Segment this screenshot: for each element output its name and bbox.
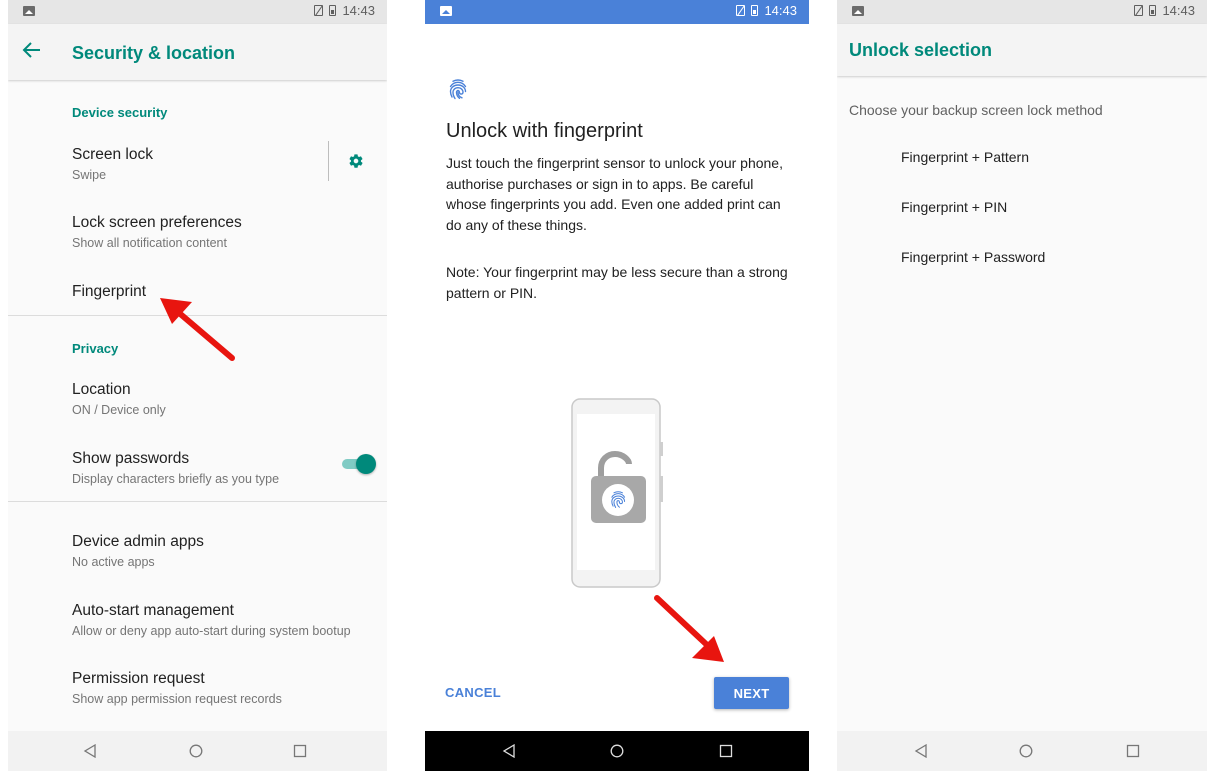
nav-back-icon <box>914 744 927 758</box>
page-title: Unlock selection <box>849 40 993 60</box>
cancel-button[interactable]: CANCEL <box>445 685 501 700</box>
image-notification-icon <box>440 6 452 16</box>
navigation-bar <box>425 731 809 771</box>
gear-icon[interactable] <box>348 153 364 169</box>
status-bar: 14:43 <box>837 0 1207 24</box>
show-passwords-title: Show passwords <box>72 450 190 467</box>
show-passwords-toggle[interactable] <box>340 454 376 474</box>
option-fingerprint-pin[interactable]: Fingerprint + PIN <box>901 199 1007 215</box>
section-header-device-security: Device security <box>72 105 168 120</box>
permission-request-item[interactable]: Permission request Show app permission r… <box>72 670 282 706</box>
nav-home-button[interactable] <box>1006 731 1046 771</box>
nav-recents-icon <box>293 744 307 758</box>
no-sim-icon <box>736 5 746 16</box>
fingerprint-title: Fingerprint <box>72 283 147 300</box>
device-admin-apps-title: Device admin apps <box>72 533 204 550</box>
annotation-arrow-next <box>654 595 724 662</box>
auto-start-management-title: Auto-start management <box>72 602 234 619</box>
auto-start-management-item[interactable]: Auto-start management Allow or deny app … <box>72 602 351 638</box>
nav-back-icon <box>83 744 96 758</box>
option-fingerprint-pattern[interactable]: Fingerprint + Pattern <box>901 149 1029 165</box>
image-notification-icon <box>852 6 864 16</box>
screen-lock-summary: Swipe <box>72 168 107 182</box>
nav-back-icon <box>502 744 515 758</box>
nav-recents-button[interactable] <box>280 731 320 771</box>
fingerprint-item[interactable]: Fingerprint <box>72 283 146 301</box>
page-title: Security & location <box>72 43 236 63</box>
navigation-bar <box>837 731 1207 771</box>
status-time: 14:43 <box>764 3 797 18</box>
location-summary: ON / Device only <box>72 403 166 417</box>
lock-screen-preferences-summary: Show all notification content <box>72 236 227 250</box>
nav-home-icon <box>189 744 203 758</box>
nav-recents-icon <box>719 744 733 758</box>
no-sim-icon <box>314 5 324 16</box>
toggle-knob <box>356 454 376 474</box>
screen-lock-title: Screen lock <box>72 146 153 163</box>
location-title: Location <box>72 381 131 398</box>
section-divider <box>8 501 387 502</box>
battery-icon <box>1149 5 1157 16</box>
status-time: 14:43 <box>342 3 375 18</box>
battery-icon <box>751 5 759 16</box>
status-time: 14:43 <box>1162 3 1195 18</box>
vertical-divider <box>328 141 329 181</box>
battery-icon <box>329 5 337 16</box>
show-passwords-item[interactable]: Show passwords Display characters briefl… <box>72 450 279 486</box>
subtitle-text: Choose your backup screen lock method <box>849 102 1103 118</box>
back-arrow-icon[interactable] <box>22 40 42 60</box>
no-sim-icon <box>1134 5 1144 16</box>
unlock-with-fingerprint-screen: 14:43 Unlock with fingerprint Just touch… <box>425 0 809 771</box>
nav-recents-button[interactable] <box>1113 731 1153 771</box>
nav-back-button[interactable] <box>489 731 529 771</box>
auto-start-management-summary: Allow or deny app auto-start during syst… <box>72 624 351 638</box>
nav-recents-button[interactable] <box>706 731 746 771</box>
annotation-arrow-fingerprint <box>160 298 235 361</box>
status-bar: 14:43 <box>8 0 387 24</box>
permission-request-summary: Show app permission request records <box>72 692 282 706</box>
page-title: Unlock with fingerprint <box>446 120 643 142</box>
unlock-selection-screen: 14:43 Unlock selection Choose your backu… <box>837 0 1207 771</box>
device-admin-apps-item[interactable]: Device admin apps No active apps <box>72 533 204 569</box>
permission-request-title: Permission request <box>72 670 205 687</box>
fingerprint-icon <box>449 79 467 100</box>
section-header-privacy: Privacy <box>72 341 119 356</box>
next-button[interactable]: NEXT <box>714 677 789 709</box>
security-location-screen: 14:43 Security & location Device securit… <box>8 0 387 771</box>
location-item[interactable]: Location ON / Device only <box>72 381 166 417</box>
app-bar: Security & location <box>8 24 387 80</box>
screen-lock-item[interactable]: Screen lock Swipe <box>72 146 153 182</box>
lock-screen-preferences-title: Lock screen preferences <box>72 214 242 231</box>
image-notification-icon <box>23 6 35 16</box>
device-admin-apps-summary: No active apps <box>72 555 155 569</box>
phone-fingerprint-illustration <box>571 398 663 588</box>
nav-back-button[interactable] <box>70 731 110 771</box>
nav-home-icon <box>610 744 624 758</box>
nav-recents-icon <box>1126 744 1140 758</box>
navigation-bar <box>8 731 387 771</box>
nav-home-icon <box>1019 744 1033 758</box>
lock-screen-preferences-item[interactable]: Lock screen preferences Show all notific… <box>72 214 242 250</box>
nav-back-button[interactable] <box>901 731 941 771</box>
instruction-text: Just touch the fingerprint sensor to unl… <box>446 155 783 233</box>
show-passwords-summary: Display characters briefly as you type <box>72 472 280 486</box>
option-fingerprint-password[interactable]: Fingerprint + Password <box>901 249 1045 265</box>
status-bar: 14:43 <box>425 0 809 24</box>
app-bar: Unlock selection <box>837 24 1207 76</box>
nav-home-button[interactable] <box>597 731 637 771</box>
nav-home-button[interactable] <box>176 731 216 771</box>
security-note: Note: Your fingerprint may be less secur… <box>446 264 788 301</box>
